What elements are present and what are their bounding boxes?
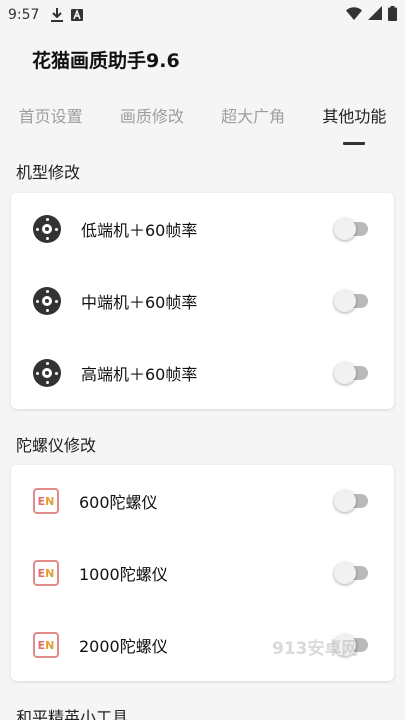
tab-home-settings[interactable]: 首页设置 [0,100,101,148]
camera-lens-icon [33,215,61,243]
tab-other-functions[interactable]: 其他功能 [304,100,405,148]
toggle-switch-gyro-2000[interactable] [334,634,372,656]
list-item[interactable]: EN 2000陀螺仪 [11,609,394,681]
card-device-model: 低端机＋60帧率 中端机＋60帧率 高端机＋60帧率 [11,193,394,409]
app-title: 花猫画质助手9.6 [32,50,180,72]
status-bar: 9:57 [0,0,405,30]
tab-quality-modify[interactable]: 画质修改 [101,100,202,148]
item-label: 2000陀螺仪 [79,637,168,656]
item-label: 高端机＋60帧率 [81,365,198,384]
item-label: 1000陀螺仪 [79,565,168,584]
tab-bar: 首页设置 画质修改 超大广角 其他功能 [0,100,405,148]
tab-wide-angle[interactable]: 超大广角 [203,100,304,148]
download-icon [51,8,64,22]
list-item[interactable]: 低端机＋60帧率 [11,193,394,265]
wifi-icon [346,6,362,24]
toggle-switch-gyro-600[interactable] [334,490,372,512]
battery-icon [388,5,397,25]
toggle-switch-gyro-1000[interactable] [334,562,372,584]
section-title-device-model: 机型修改 [16,163,81,182]
camera-lens-icon [33,359,61,387]
toggle-switch-high-end[interactable] [334,362,372,384]
en-badge-icon: EN [33,632,59,658]
item-label: 低端机＋60帧率 [81,221,198,240]
en-badge-icon: EN [33,488,59,514]
item-label: 600陀螺仪 [79,493,158,512]
keyboard-a-icon [71,9,84,21]
list-item[interactable]: 高端机＋60帧率 [11,337,394,409]
card-gyroscope: EN 600陀螺仪 EN 1000陀螺仪 EN 2000陀螺仪 [11,465,394,681]
list-item[interactable]: 中端机＋60帧率 [11,265,394,337]
section-title-gyroscope: 陀螺仪修改 [16,436,97,455]
signal-icon [368,6,382,24]
list-item[interactable]: EN 1000陀螺仪 [11,537,394,609]
camera-lens-icon [33,287,61,315]
item-label: 中端机＋60帧率 [81,293,198,312]
toggle-switch-low-end[interactable] [334,218,372,240]
toggle-switch-mid-end[interactable] [334,290,372,312]
status-time: 9:57 [8,7,40,23]
section-title-pubg-tools: 和平精英小工具 [16,708,129,720]
en-badge-icon: EN [33,560,59,586]
list-item[interactable]: EN 600陀螺仪 [11,465,394,537]
